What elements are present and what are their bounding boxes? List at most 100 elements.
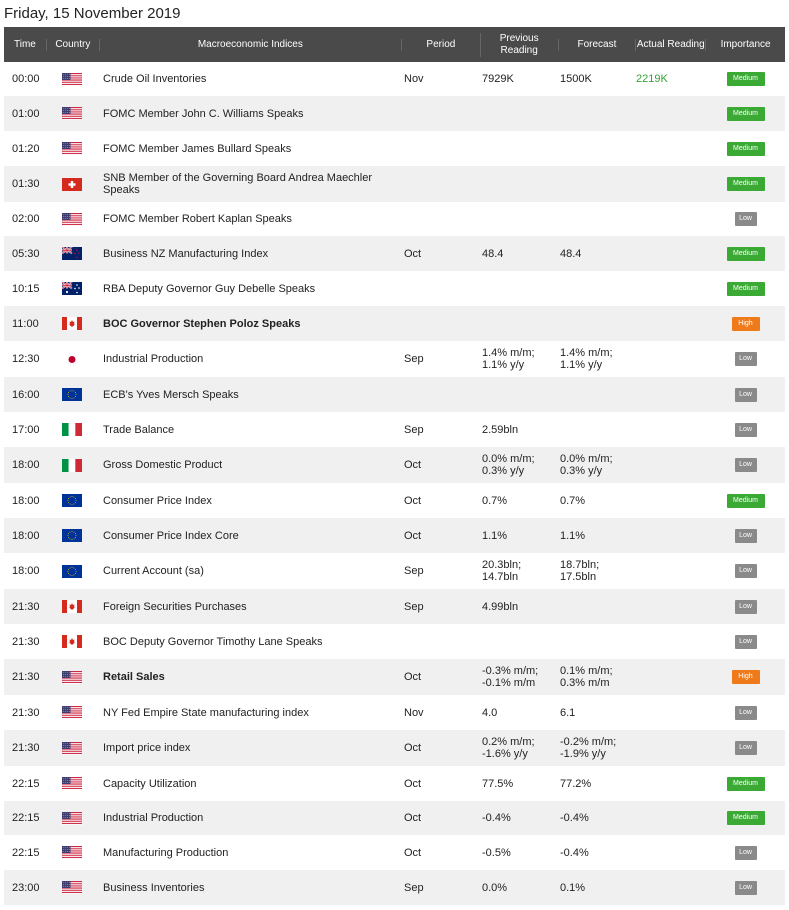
row-previous: 4.99bln [480, 601, 558, 613]
row-indicator-name[interactable]: Crude Oil Inventories [98, 73, 402, 85]
table-row: 16:00 ECB's Yves Mersch Speaks Low [4, 377, 785, 412]
flag-us-icon [62, 811, 82, 825]
previous-value: -1.6% y/y [482, 748, 528, 760]
forecast-value: -1.9% y/y [560, 748, 606, 760]
table-row: 01:20 FOMC Member James Bullard Speaks Med… [4, 131, 785, 166]
row-importance: Medium [706, 493, 785, 508]
row-indicator-name[interactable]: Current Account (sa) [98, 565, 402, 577]
flag-us-icon [62, 741, 82, 755]
header-previous-line2: Reading [500, 44, 538, 56]
row-indicator-name[interactable]: NY Fed Empire State manufacturing index [98, 707, 402, 719]
row-country [46, 846, 98, 859]
row-period: Sep [404, 881, 424, 894]
row-forecast: 0.7% [558, 495, 636, 507]
forecast-value: 1500K [560, 73, 592, 85]
row-indicator-name[interactable]: Business NZ Manufacturing Index [98, 248, 402, 260]
row-indicator-name[interactable]: Industrial Production [98, 353, 402, 365]
row-country [46, 529, 98, 542]
row-importance: Medium [706, 177, 785, 191]
row-importance: Low [706, 422, 785, 437]
flag-jp-icon [62, 352, 82, 366]
table-body: 00:00 Crude Oil Inventories Nov 7929K 1500K 2… [4, 62, 785, 905]
row-country [46, 458, 98, 472]
row-indicator-name[interactable]: Gross Domestic Product [98, 459, 402, 471]
row-indicator-name[interactable]: BOC Governor Stephen Poloz Speaks [98, 318, 402, 330]
row-country [46, 423, 98, 436]
row-indicator-name[interactable]: FOMC Member James Bullard Speaks [98, 143, 402, 155]
row-country [46, 142, 98, 155]
previous-value: 0.0% m/m; [482, 453, 535, 465]
row-time: 18:00 [12, 529, 40, 542]
row-indicator-name[interactable]: Retail Sales [98, 671, 402, 683]
table-row: 18:00 Current Account (sa) Sep 20.3bln; 14.7… [4, 553, 785, 589]
row-country [46, 600, 98, 613]
row-importance: Low [706, 528, 785, 543]
row-period: Oct [404, 494, 422, 507]
row-time: 10:15 [12, 282, 40, 295]
row-time: 22:15 [12, 812, 40, 824]
row-indicator-name[interactable]: Consumer Price Index [98, 495, 402, 507]
row-country [46, 494, 98, 507]
row-time: 23:00 [12, 881, 40, 894]
forecast-value: 1.1% y/y [560, 359, 603, 371]
previous-value: 0.3% y/y [482, 465, 525, 477]
flag-it-icon [62, 423, 82, 436]
importance-badge: Low [734, 528, 757, 543]
table-row: 01:30 SNB Member of the Governing Board A… [4, 166, 785, 202]
row-importance: Low [706, 880, 785, 895]
row-indicator-name[interactable]: Import price index [98, 742, 402, 754]
importance-badge: Medium [726, 246, 765, 261]
flag-us-icon [62, 142, 82, 155]
row-indicator-name[interactable]: Industrial Production [98, 812, 402, 824]
row-time: 21:30 [12, 600, 40, 613]
row-forecast: 77.2% [558, 778, 636, 790]
row-previous: 1.4% m/m; 1.1% y/y [480, 347, 558, 371]
row-indicator-name[interactable]: Trade Balance [98, 424, 402, 436]
row-previous: -0.5% [480, 847, 558, 859]
row-country [46, 107, 98, 120]
row-forecast: 1500K [558, 73, 636, 85]
forecast-value: 18.7bln; [560, 559, 600, 571]
previous-value: 2.59bln [482, 423, 519, 436]
table-row: 21:30 Retail Sales Oct -0.3% m/m; -0.1% m/m 0… [4, 659, 785, 695]
row-period: Oct [404, 459, 422, 471]
row-time: 18:00 [12, 494, 40, 507]
row-previous: 7929K [480, 73, 558, 85]
importance-badge: Low [734, 564, 757, 578]
row-country [46, 670, 98, 684]
row-time: 11:00 [12, 317, 39, 330]
row-indicator-name[interactable]: Consumer Price Index Core [98, 530, 402, 542]
importance-badge: High [731, 670, 760, 684]
row-indicator-name[interactable]: FOMC Member John C. Williams Speaks [98, 108, 402, 120]
row-indicator-name[interactable]: Foreign Securities Purchases [98, 601, 402, 613]
row-indicator-name[interactable]: Capacity Utilization [98, 778, 402, 790]
row-indicator-name[interactable]: BOC Deputy Governor Timothy Lane Speaks [98, 636, 402, 648]
row-indicator-name[interactable]: Manufacturing Production [98, 847, 402, 859]
previous-value: 4.99bln [482, 600, 519, 613]
previous-value: -0.4% [482, 812, 511, 824]
row-period: Sep [404, 353, 424, 365]
row-period: Oct [404, 777, 422, 790]
previous-value: 7929K [482, 73, 514, 85]
importance-badge: Low [734, 212, 757, 226]
row-period: Sep [404, 423, 424, 436]
row-importance: Low [706, 845, 785, 860]
importance-badge: High [731, 316, 760, 331]
row-indicator-name[interactable]: FOMC Member Robert Kaplan Speaks [98, 213, 402, 225]
flag-ca-icon [62, 317, 82, 330]
economic-calendar-table: Time Country Macroeconomic Indices Perio… [4, 27, 785, 905]
header-period: Period [426, 38, 456, 50]
row-indicator-name[interactable]: SNB Member of the Governing Board Andrea… [98, 172, 402, 196]
row-indicator-name[interactable]: RBA Deputy Governor Guy Debelle Speaks [98, 283, 402, 295]
previous-value: 14.7bln [482, 571, 519, 583]
forecast-value: 48.4 [560, 247, 582, 260]
row-indicator-name[interactable]: Business Inventories [98, 882, 402, 894]
row-time: 22:15 [12, 777, 40, 790]
forecast-value: 0.7% [560, 494, 586, 507]
row-time: 21:30 [12, 671, 40, 683]
flag-us-icon [62, 881, 82, 894]
row-time: 01:30 [12, 178, 40, 190]
table-row: 01:00 FOMC Member John C. Williams Speaks… [4, 96, 785, 131]
row-indicator-name[interactable]: ECB's Yves Mersch Speaks [98, 389, 402, 401]
flag-us-icon [62, 706, 82, 719]
